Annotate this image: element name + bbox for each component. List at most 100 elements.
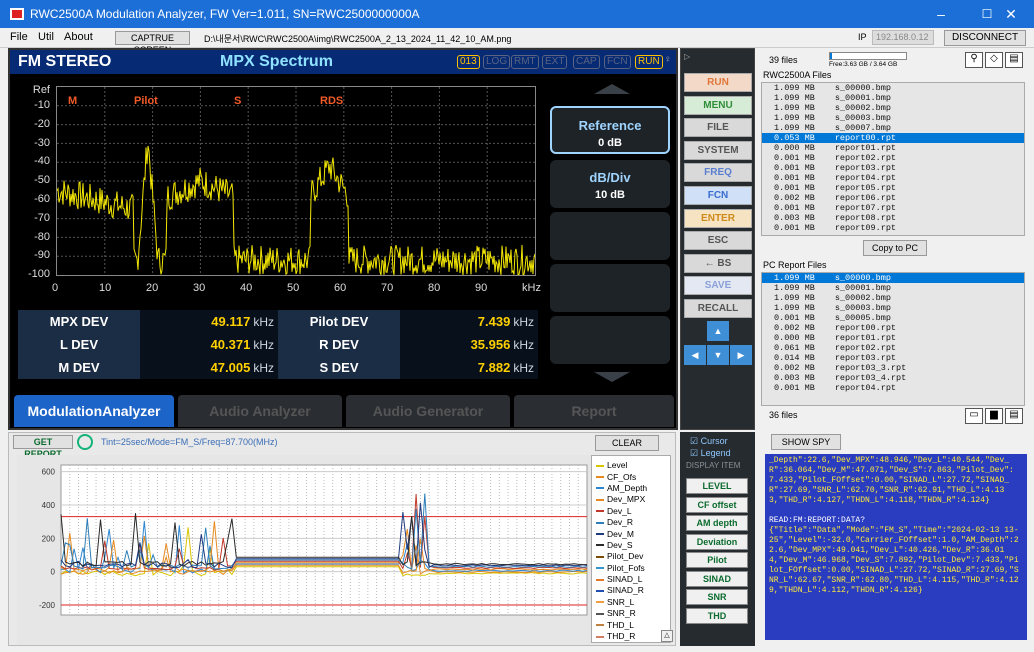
tab-audio-generator[interactable]: Audio Generator [346,395,510,427]
softkey-4[interactable] [550,264,670,312]
control-button-enter[interactable]: ENTER [684,208,752,228]
show-spy-button[interactable]: SHOW SPY [771,434,841,450]
ip-field[interactable]: 192.168.0.12 [872,30,934,45]
rwc-file-list[interactable]: 1.099 MB s_00000.bmp 1.099 MB s_00001.bmp 1.… [761,82,1025,236]
refresh-icon[interactable] [77,434,93,450]
control-button-system[interactable]: SYSTEM [684,140,752,160]
file-list-item[interactable]: 0.001 MB report07.rpt [762,203,1024,213]
legend-scroll-icon[interactable]: △ [661,630,673,642]
legend-item[interactable]: THD_R [592,631,670,642]
menu-util[interactable]: Util [38,31,54,43]
display-item-button[interactable]: THD [686,607,748,624]
legend-item[interactable]: Pilot_Fofs [592,563,670,574]
pc-file-list[interactable]: 1.099 MB s_00000.bmp 1.099 MB s_00001.bmp 1.… [761,272,1025,406]
legend-item[interactable]: SINAD_L [592,574,670,585]
arrow-right-button[interactable]: ▶ [730,345,752,365]
display-item-button[interactable]: SNR [686,589,748,605]
file-list-item[interactable]: 0.053 MB report00.rpt [762,133,1024,143]
view-file-icon[interactable]: ▤ [1005,52,1023,68]
display-item-button[interactable]: SINAD [686,570,748,587]
file-list-item[interactable]: 0.001 MB report05.rpt [762,183,1024,193]
arrow-left-button[interactable]: ◀ [684,345,706,365]
expand-icon[interactable]: ▷ [684,52,694,62]
legend-item[interactable]: Level [592,460,670,471]
legend-item[interactable]: Dev_S [592,540,670,551]
control-button-fcn[interactable]: FCN [684,186,752,205]
file-list-item[interactable]: 1.099 MB s_00000.bmp [762,83,1024,93]
tab-report[interactable]: Report [514,395,674,427]
control-button-run[interactable]: RUN [684,73,752,92]
file-list-item[interactable]: 0.003 MB report03_4.rpt [762,373,1024,383]
screen-icon[interactable]: ▭ [965,408,983,424]
eraser-icon[interactable]: ◇ [985,52,1003,68]
scroll-up-icon[interactable] [594,84,630,94]
display-item-button[interactable]: Deviation [686,533,748,550]
file-list-item[interactable]: 1.099 MB s_00002.bmp [762,103,1024,113]
get-report-button[interactable]: GET REPORT [13,435,73,459]
file-list-item[interactable]: 0.002 MB report06.rpt [762,193,1024,203]
file-list-item[interactable]: 0.001 MB report03.rpt [762,163,1024,173]
file-list-item[interactable]: 0.001 MB s_00005.bmp [762,313,1024,323]
display-item-button[interactable]: AM depth [686,515,748,531]
control-button-menu[interactable]: MENU [684,95,752,115]
softkey-5[interactable] [550,316,670,364]
legend-item[interactable]: Pilot_Dev [592,551,670,562]
legend-item[interactable]: Dev_MPX [592,494,670,505]
arrow-down-button[interactable]: ▼ [707,345,729,365]
legend-item[interactable]: CF_Ofs [592,471,670,482]
file-list-item[interactable]: 1.099 MB s_00001.bmp [762,283,1024,293]
file-list-item[interactable]: 0.001 MB report04.rpt [762,383,1024,393]
file-list-item[interactable]: 1.099 MB s_00001.bmp [762,93,1024,103]
file-list-item[interactable]: 0.014 MB report03.rpt [762,353,1024,363]
file-list-item[interactable]: 0.000 MB report01.rpt [762,143,1024,153]
reference-softkey[interactable]: Reference 0 dB [550,106,670,154]
scroll-down-icon[interactable] [594,372,630,382]
display-item-button[interactable]: LEVEL [686,478,748,494]
folder-icon[interactable]: ▆ [985,408,1003,424]
file-list-item[interactable]: 0.001 MB report04.rpt [762,173,1024,183]
legend-item[interactable]: THD_L [592,619,670,630]
tab-modulation-analyzer[interactable]: ModulationAnalyzer [14,395,174,427]
control-button-bs[interactable]: ← BS [684,253,752,273]
menu-file[interactable]: File [10,31,28,43]
control-button-esc[interactable]: ESC [684,231,752,251]
pin-icon[interactable]: ♀ [664,54,672,65]
file-list-item[interactable]: 0.002 MB report03_3.rpt [762,363,1024,373]
file-list-item[interactable]: 1.099 MB s_00000.bmp [762,273,1024,283]
arrow-up-button[interactable]: ▲ [707,321,729,341]
cursor-checkbox[interactable]: ☑ Cursor [690,436,728,447]
file-list-item[interactable]: 0.000 MB report01.rpt [762,333,1024,343]
display-item-button[interactable]: CF offset [686,496,748,513]
control-button-file[interactable]: FILE [684,118,752,138]
tab-audio-analyzer[interactable]: Audio Analyzer [178,395,342,427]
copy-to-pc-button[interactable]: Copy to PC [863,240,927,256]
clear-button[interactable]: CLEAR [595,435,659,451]
file-list-item[interactable]: 0.001 MB report09.rpt [762,223,1024,233]
legend-item[interactable]: SNR_R [592,608,670,619]
legend-item[interactable]: Dev_R [592,517,670,528]
file-list-item[interactable]: 0.061 MB report02.rpt [762,343,1024,353]
file-list-item[interactable]: 0.002 MB report00.rpt [762,323,1024,333]
file-list-item[interactable]: 0.001 MB report02.rpt [762,153,1024,163]
control-button-save[interactable]: SAVE [684,276,752,296]
legend-item[interactable]: Dev_L [592,506,670,517]
file-list-item[interactable]: 1.099 MB s_00007.bmp [762,123,1024,133]
legend-item[interactable]: Dev_M [592,528,670,539]
file-list-item[interactable]: 1.099 MB s_00002.bmp [762,293,1024,303]
minimize-button[interactable]: – [918,0,964,28]
legend-checkbox[interactable]: ☑ Legend [690,448,731,459]
softkey-3[interactable] [550,212,670,260]
legend-item[interactable]: AM_Depth [592,483,670,494]
close-button[interactable]: ✕ [988,0,1034,28]
db-div-softkey[interactable]: dB/Div 10 dB [550,160,670,208]
capture-screen-button[interactable]: CAPTRUE SCREEN [115,31,190,55]
legend-item[interactable]: SINAD_R [592,585,670,596]
view-report-icon[interactable]: ▤ [1005,408,1023,424]
file-list-item[interactable]: 1.099 MB s_00003.bmp [762,303,1024,313]
file-list-item[interactable]: 1.099 MB s_00003.bmp [762,113,1024,123]
control-button-recall[interactable]: RECALL [684,299,752,318]
control-button-freq[interactable]: FREQ [684,163,752,183]
search-icon[interactable]: ⚲ [965,52,983,68]
menu-about[interactable]: About [64,31,93,43]
disconnect-button[interactable]: DISCONNECT [944,30,1026,46]
